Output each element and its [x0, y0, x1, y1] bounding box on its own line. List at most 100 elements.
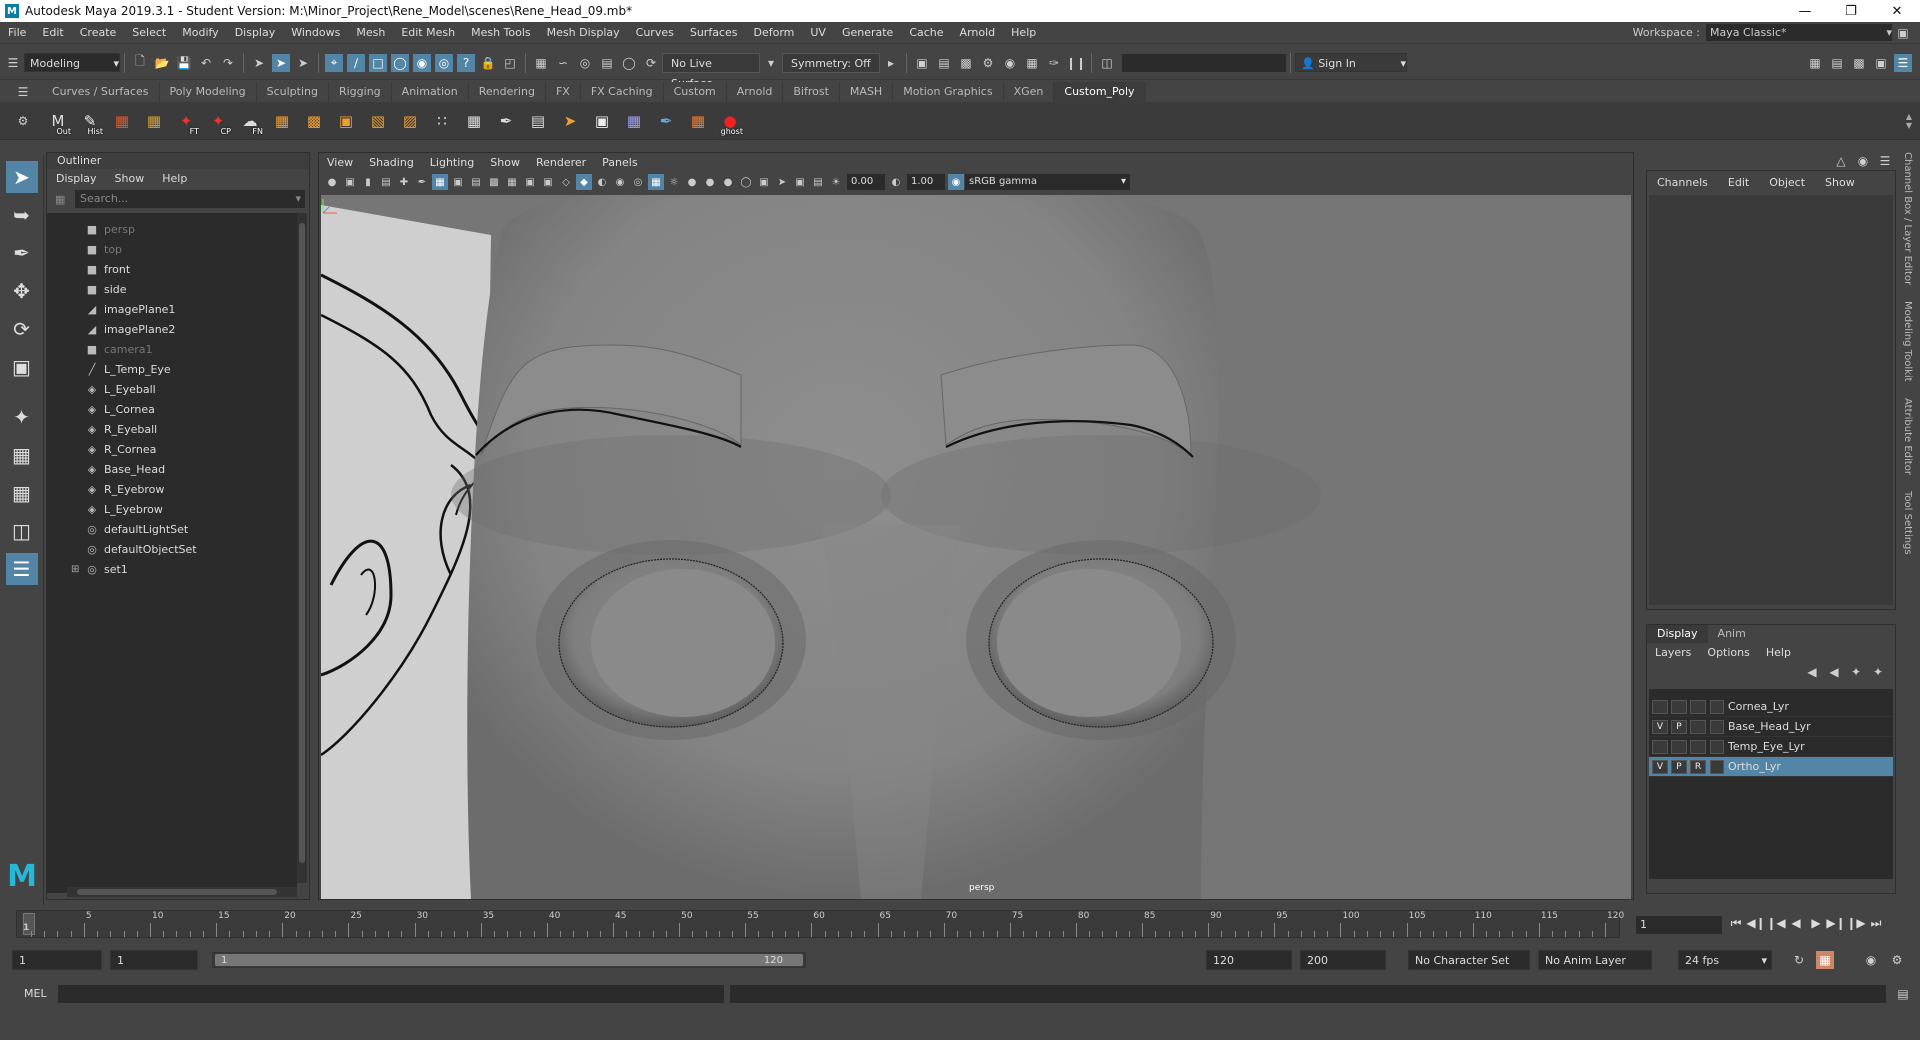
step-forward-frame-icon[interactable]: ❙▶: [1846, 916, 1866, 931]
snap-grid-icon[interactable]: ▦: [532, 54, 550, 72]
outliner-item-r-eyebrow[interactable]: ◈ R_Eyebrow: [47, 479, 297, 499]
shelf-tab-rendering[interactable]: Rendering: [469, 82, 546, 102]
snap-pivot-icon[interactable]: ⟳: [642, 54, 660, 72]
go-to-start-icon[interactable]: ⏮: [1726, 916, 1746, 931]
create-layer-from-selected-icon[interactable]: ✦: [1869, 663, 1887, 681]
gamma-icon[interactable]: ◐: [888, 174, 904, 190]
color-management-icon[interactable]: ◉: [948, 174, 964, 190]
outliner-menu-help[interactable]: Help: [153, 172, 196, 185]
snap-surface-icon[interactable]: ◯: [620, 54, 638, 72]
character-set-dropdown[interactable]: No Character Set: [1408, 950, 1530, 970]
grid-icon[interactable]: ▦: [432, 174, 448, 190]
outliner-item-side[interactable]: ■ side: [47, 279, 297, 299]
anim-prefs-icon[interactable]: ⚙: [1888, 951, 1906, 969]
select-component-icon[interactable]: ➤: [294, 54, 312, 72]
arnold-render-icon[interactable]: ▦: [1023, 54, 1041, 72]
shelf-uv-grid-icon[interactable]: ▦: [140, 106, 168, 136]
viewport-menu-show[interactable]: Show: [482, 156, 528, 169]
menu-deform[interactable]: Deform: [745, 26, 802, 39]
shelf-extrude-icon[interactable]: ▦: [268, 106, 296, 136]
outliner-vertical-scrollbar[interactable]: [297, 213, 307, 883]
channel-menu-channels[interactable]: Channels: [1647, 176, 1718, 189]
save-scene-icon[interactable]: 💾: [175, 54, 193, 72]
menu-mesh-tools[interactable]: Mesh Tools: [463, 26, 539, 39]
time-slider-track[interactable]: 1 5 10 15 20 25 30 35 40 45 50 55 60 65 70 75 80 85 90 95 1…: [16, 910, 1624, 938]
shelf-menu-icon[interactable]: ☰: [14, 83, 32, 101]
outliner-item-l-eyebrow[interactable]: ◈ L_Eyebrow: [47, 499, 297, 519]
select-joint-icon[interactable]: ◎: [435, 53, 453, 72]
layer-tab-anim[interactable]: Anim: [1708, 625, 1756, 643]
layer-row-cornea-lyr[interactable]: Cornea_Lyr: [1649, 697, 1893, 717]
layer-editor-icon[interactable]: ☰: [1894, 53, 1912, 72]
expand-plus-icon[interactable]: ⊞: [71, 564, 79, 575]
layer-v-toggle[interactable]: [1652, 699, 1668, 714]
hypershade-icon[interactable]: ◉: [1001, 54, 1019, 72]
snap-point-icon[interactable]: ◎: [576, 54, 594, 72]
play-forwards-icon[interactable]: ▶: [1806, 916, 1826, 931]
select-camera-icon[interactable]: ●: [324, 174, 340, 190]
move-layer-down-icon[interactable]: ◀: [1825, 663, 1843, 681]
render-settings-icon[interactable]: ⚙: [979, 54, 997, 72]
last-tool-icon[interactable]: ✦: [6, 401, 38, 433]
go-to-end-icon[interactable]: ⏭: [1866, 916, 1886, 931]
menu-curves[interactable]: Curves: [628, 26, 682, 39]
outliner-item-base-head[interactable]: ◈ Base_Head: [47, 459, 297, 479]
select-vertex-icon[interactable]: ⌖: [325, 53, 343, 72]
outliner-item-camera1[interactable]: ■ camera1: [47, 339, 297, 359]
shelf-hist-icon[interactable]: ✎ Hist: [76, 106, 104, 136]
viewport-menu-renderer[interactable]: Renderer: [528, 156, 594, 169]
layer-r-toggle[interactable]: R: [1690, 759, 1706, 774]
outliner-horizontal-scrollbar[interactable]: [67, 887, 297, 897]
collapse-handle-icon[interactable]: ☰: [4, 54, 22, 72]
select-hierarchy-icon[interactable]: ➤: [250, 54, 268, 72]
shelf-tab-bifrost[interactable]: Bifrost: [783, 82, 840, 102]
outliner-item-defaultlightset[interactable]: ◎ defaultLightSet: [47, 519, 297, 539]
menu-create[interactable]: Create: [72, 26, 125, 39]
bookmarks-icon[interactable]: ▮: [360, 174, 376, 190]
menu-windows[interactable]: Windows: [283, 26, 348, 39]
outliner-layout-icon[interactable]: ☰: [5, 553, 38, 585]
smooth-shade-icon[interactable]: ◆: [576, 174, 592, 190]
frame-all-icon[interactable]: ▣: [792, 174, 808, 190]
menu-edit-mesh[interactable]: Edit Mesh: [393, 26, 463, 39]
select-tool-icon[interactable]: ➤: [5, 161, 38, 193]
layer-color-swatch[interactable]: [1710, 719, 1724, 734]
shelf-grid-icon[interactable]: ▦: [108, 106, 136, 136]
motion-blur-icon[interactable]: ●: [720, 174, 736, 190]
xray-joints-icon[interactable]: ☼: [666, 174, 682, 190]
outliner-item-front[interactable]: ■ front: [47, 259, 297, 279]
channel-menu-edit[interactable]: Edit: [1718, 176, 1759, 189]
highlight-selection-icon[interactable]: ◰: [501, 54, 519, 72]
move-tool-icon[interactable]: ✥: [6, 275, 38, 307]
shelf-tab-curves-surfaces[interactable]: Curves / Surfaces: [42, 82, 160, 102]
select-face-icon[interactable]: □: [369, 53, 387, 72]
pause-ipr-icon[interactable]: ❙❙: [1066, 54, 1086, 72]
menu-display[interactable]: Display: [227, 26, 284, 39]
grease-pencil-icon[interactable]: ✒: [414, 174, 430, 190]
viewport-menu-shading[interactable]: Shading: [361, 156, 422, 169]
outliner-item-imageplane2[interactable]: ◢ imagePlane2: [47, 319, 297, 339]
shelf-tab-custom-poly[interactable]: Custom_Poly: [1054, 82, 1146, 102]
symmetry-button[interactable]: Symmetry: Off: [782, 52, 880, 73]
undo-icon[interactable]: ↶: [197, 54, 215, 72]
outliner-item-l-eyeball[interactable]: ◈ L_Eyeball: [47, 379, 297, 399]
layer-v-toggle[interactable]: [1652, 739, 1668, 754]
menu-generate[interactable]: Generate: [834, 26, 901, 39]
current-frame-field[interactable]: 1: [1636, 916, 1722, 934]
shelf-tab-motion-graphics[interactable]: Motion Graphics: [893, 82, 1004, 102]
input-field-toggle-icon[interactable]: ◫: [1098, 54, 1116, 72]
outliner-item-r-cornea[interactable]: ◈ R_Cornea: [47, 439, 297, 459]
layer-r-toggle[interactable]: [1690, 739, 1706, 754]
shelf-tab-mash[interactable]: MASH: [840, 82, 894, 102]
view-transform-dropdown[interactable]: sRGB gamma ▾: [965, 174, 1130, 190]
side-tab-attribute-editor[interactable]: Attribute Editor: [1902, 398, 1913, 475]
shelf-sculpt-icon[interactable]: ✒: [652, 106, 680, 136]
loop-icon[interactable]: ↻: [1790, 951, 1808, 969]
attribute-editor-icon[interactable]: ▤: [1828, 54, 1846, 72]
outliner-menu-show[interactable]: Show: [106, 172, 154, 185]
shelf-target-weld-icon[interactable]: ➤: [556, 106, 584, 136]
animation-start-field[interactable]: 1: [12, 950, 102, 970]
step-back-key-icon[interactable]: ❙◀: [1766, 916, 1786, 931]
menu-help[interactable]: Help: [1003, 26, 1044, 39]
lock-selection-icon[interactable]: 🔒: [479, 54, 497, 72]
